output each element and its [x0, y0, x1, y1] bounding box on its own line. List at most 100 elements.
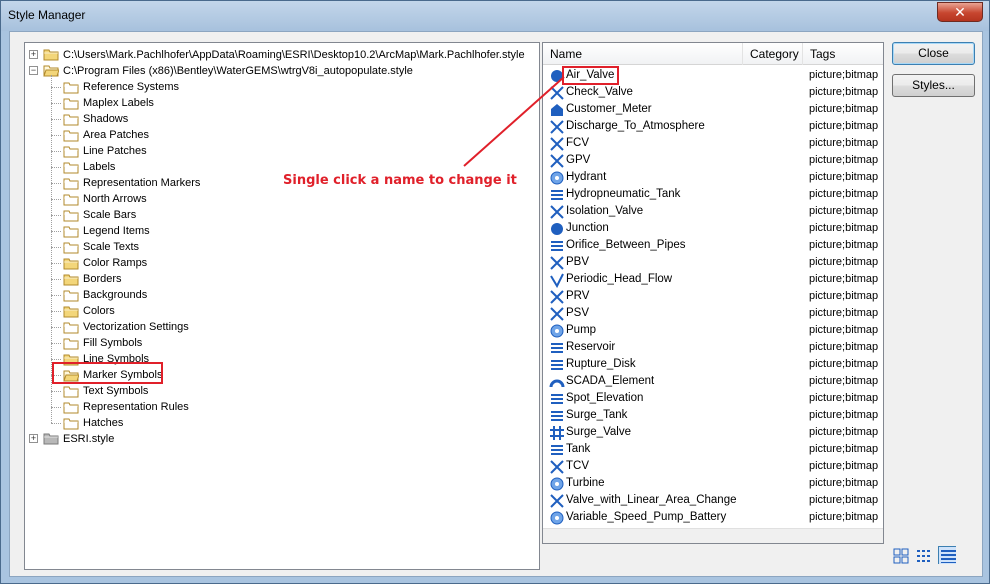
close-button[interactable]: Close: [892, 42, 975, 65]
expand-toggle[interactable]: +: [29, 50, 38, 59]
tree-item-representation-markers[interactable]: Representation Markers: [83, 175, 200, 191]
horizontal-scrollbar[interactable]: [543, 528, 883, 543]
item-tags: picture;bitmap: [809, 273, 879, 285]
tree-item-scale-texts[interactable]: Scale Texts: [83, 239, 139, 255]
list-item[interactable]: PBV picture;bitmap: [543, 254, 883, 271]
list-item[interactable]: PSV picture;bitmap: [543, 305, 883, 322]
item-name[interactable]: Surge_Valve: [566, 424, 631, 441]
item-name[interactable]: Discharge_To_Atmosphere: [566, 118, 705, 135]
list-item[interactable]: Tank picture;bitmap: [543, 441, 883, 458]
marker-symbols-highlight: [52, 362, 163, 384]
item-name[interactable]: Customer_Meter: [566, 101, 652, 118]
item-name[interactable]: Turbine: [566, 475, 605, 492]
list-item[interactable]: Periodic_Head_Flow picture;bitmap: [543, 271, 883, 288]
tree-item-labels[interactable]: Labels: [83, 159, 115, 175]
list-item[interactable]: Valve_with_Linear_Area_Change picture;bit…: [543, 492, 883, 509]
tree-item-borders[interactable]: Borders: [83, 271, 122, 287]
item-name[interactable]: TCV: [566, 458, 589, 475]
item-name[interactable]: Isolation_Valve: [566, 203, 643, 220]
list-item[interactable]: Discharge_To_Atmosphere picture;bitmap: [543, 118, 883, 135]
tree-connector: [51, 263, 61, 264]
list-item[interactable]: Surge_Valve picture;bitmap: [543, 424, 883, 441]
item-name[interactable]: Reservoir: [566, 339, 615, 356]
window-close-button[interactable]: ✕: [937, 2, 983, 22]
tree-item-color-ramps[interactable]: Color Ramps: [83, 255, 147, 271]
tree-root-esri-style[interactable]: ESRI.style: [63, 431, 114, 447]
item-name[interactable]: Junction: [566, 220, 609, 237]
item-name[interactable]: Variable_Speed_Pump_Battery: [566, 509, 726, 526]
large-icons-view-icon[interactable]: [892, 547, 910, 565]
list-item[interactable]: PRV picture;bitmap: [543, 288, 883, 305]
symbol-icon: [551, 360, 563, 370]
item-name[interactable]: Valve_with_Linear_Area_Change: [566, 492, 737, 509]
list-item[interactable]: Reservoir picture;bitmap: [543, 339, 883, 356]
symbol-icon: [550, 256, 564, 270]
item-name[interactable]: PBV: [566, 254, 589, 271]
list-item[interactable]: Customer_Meter picture;bitmap: [543, 101, 883, 118]
list-item[interactable]: Variable_Speed_Pump_Battery picture;bitma…: [543, 509, 883, 526]
tree-item-colors[interactable]: Colors: [83, 303, 115, 319]
title-bar: Style Manager ✕: [1, 1, 989, 31]
annotation-arrow: [463, 76, 565, 167]
column-header-tags[interactable]: Tags: [803, 43, 883, 65]
tree-item-area-patches[interactable]: Area Patches: [83, 127, 149, 143]
item-name[interactable]: Hydrant: [566, 169, 606, 186]
expand-toggle[interactable]: −: [29, 66, 38, 75]
list-item[interactable]: Pump picture;bitmap: [543, 322, 883, 339]
column-header-name[interactable]: Name: [543, 43, 743, 65]
symbol-icon: [550, 205, 564, 219]
tree-item-legend-items[interactable]: Legend Items: [83, 223, 150, 239]
column-header-category[interactable]: Category: [743, 43, 803, 65]
list-view-icon[interactable]: [915, 547, 933, 565]
tree-item-maplex-labels[interactable]: Maplex Labels: [83, 95, 154, 111]
list-item[interactable]: Junction picture;bitmap: [543, 220, 883, 237]
tree-item-fill-symbols[interactable]: Fill Symbols: [83, 335, 142, 351]
tree-item-line-patches[interactable]: Line Patches: [83, 143, 147, 159]
item-name[interactable]: PRV: [566, 288, 589, 305]
tree-connector: [51, 103, 61, 104]
item-name[interactable]: PSV: [566, 305, 589, 322]
tree-item-vectorization-settings[interactable]: Vectorization Settings: [83, 319, 189, 335]
tree-item-backgrounds[interactable]: Backgrounds: [83, 287, 147, 303]
list-item[interactable]: Spot_Elevation picture;bitmap: [543, 390, 883, 407]
item-name[interactable]: Hydropneumatic_Tank: [566, 186, 680, 203]
list-item[interactable]: GPV picture;bitmap: [543, 152, 883, 169]
details-view-icon[interactable]: [938, 546, 956, 564]
list-item[interactable]: Hydropneumatic_Tank picture;bitmap: [543, 186, 883, 203]
item-name[interactable]: Periodic_Head_Flow: [566, 271, 672, 288]
item-name[interactable]: Pump: [566, 322, 596, 339]
tree-item-north-arrows[interactable]: North Arrows: [83, 191, 147, 207]
list-item[interactable]: TCV picture;bitmap: [543, 458, 883, 475]
list-item[interactable]: Orifice_Between_Pipes picture;bitmap: [543, 237, 883, 254]
list-item[interactable]: Turbine picture;bitmap: [543, 475, 883, 492]
list-item[interactable]: FCV picture;bitmap: [543, 135, 883, 152]
list-item[interactable]: Hydrant picture;bitmap: [543, 169, 883, 186]
expand-toggle[interactable]: +: [29, 434, 38, 443]
item-name[interactable]: SCADA_Element: [566, 373, 654, 390]
item-name[interactable]: Surge_Tank: [566, 407, 627, 424]
tree-item-reference-systems[interactable]: Reference Systems: [83, 79, 179, 95]
item-name[interactable]: Check_Valve: [566, 84, 633, 101]
tree-item-text-symbols[interactable]: Text Symbols: [83, 383, 148, 399]
styles-button[interactable]: Styles...: [892, 74, 975, 97]
list-item[interactable]: Surge_Tank picture;bitmap: [543, 407, 883, 424]
tree-connector: [51, 407, 61, 408]
item-tags: picture;bitmap: [809, 290, 879, 302]
tree-item-representation-rules[interactable]: Representation Rules: [83, 399, 189, 415]
item-name[interactable]: Tank: [566, 441, 590, 458]
item-tags: picture;bitmap: [809, 205, 879, 217]
item-tags: picture;bitmap: [809, 86, 879, 98]
item-name[interactable]: Rupture_Disk: [566, 356, 636, 373]
tree-item-hatches[interactable]: Hatches: [83, 415, 123, 431]
tree-item-scale-bars[interactable]: Scale Bars: [83, 207, 136, 223]
tree-item-shadows[interactable]: Shadows: [83, 111, 128, 127]
list-item[interactable]: Check_Valve picture;bitmap: [543, 84, 883, 101]
list-item[interactable]: Rupture_Disk picture;bitmap: [543, 356, 883, 373]
tree-root-user-style[interactable]: C:\Users\Mark.Pachlhofer\AppData\Roaming…: [63, 47, 525, 63]
tree-root-watergems-style[interactable]: C:\Program Files (x86)\Bentley\WaterGEMS…: [63, 63, 413, 79]
tree-connector: [51, 135, 61, 136]
list-item[interactable]: Isolation_Valve picture;bitmap: [543, 203, 883, 220]
item-name[interactable]: Orifice_Between_Pipes: [566, 237, 686, 254]
item-name[interactable]: Spot_Elevation: [566, 390, 643, 407]
list-item[interactable]: SCADA_Element picture;bitmap: [543, 373, 883, 390]
